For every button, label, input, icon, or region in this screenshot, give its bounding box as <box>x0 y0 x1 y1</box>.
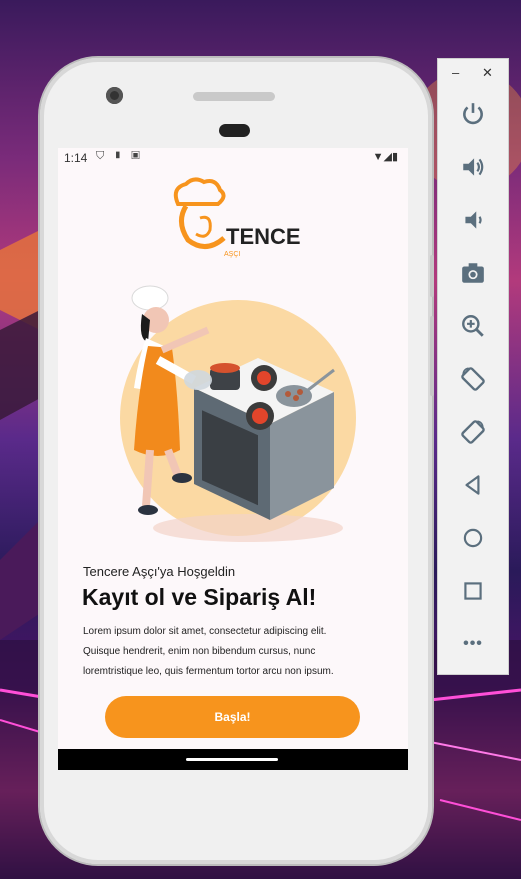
notification-icons: ⛉ ▮ ▣ <box>96 150 143 162</box>
status-bar: 1:14 ⛉ ▮ ▣ ▼◢▮ <box>58 148 408 168</box>
rotate-right-icon <box>461 420 485 444</box>
volume-up-icon <box>463 158 484 176</box>
overview-icon <box>464 582 482 600</box>
more-button[interactable]: ••• <box>456 627 490 661</box>
logo-subtext: AŞÇI <box>224 251 240 258</box>
description-line: loremtristique leo, quis fermentum torto… <box>83 666 334 677</box>
headline: Kayıt ol ve Sipariş Al! <box>82 584 317 610</box>
rotate-left-button[interactable] <box>456 362 490 396</box>
close-button[interactable]: ✕ <box>482 65 493 81</box>
side-power-button[interactable] <box>430 316 434 396</box>
proximity-sensor <box>219 124 250 137</box>
status-time: 1:14 <box>64 151 88 165</box>
description-line: Quisque hendrerit, enim non bibendum cur… <box>83 646 316 657</box>
start-button[interactable]: Başla! <box>105 696 360 738</box>
zoom-in-icon <box>462 315 484 337</box>
screenshot-button[interactable] <box>456 256 490 290</box>
tencere-logo: TENCERE AŞÇI <box>173 177 301 258</box>
navigation-bar <box>58 749 408 770</box>
camera-icon <box>462 263 484 283</box>
overview-button[interactable] <box>456 574 490 608</box>
front-camera <box>106 87 123 104</box>
logo-wordmark: TENCERE <box>226 224 301 249</box>
signal-battery-icons: ▼◢▮ <box>372 151 398 163</box>
gesture-handle[interactable] <box>186 758 278 761</box>
rotate-right-button[interactable] <box>456 415 490 449</box>
minimize-button[interactable]: – <box>452 65 459 80</box>
volume-up-button[interactable] <box>456 150 490 184</box>
zoom-button[interactable] <box>456 309 490 343</box>
volume-down-icon <box>465 211 482 229</box>
emulator-toolbar: – ✕ ••• <box>437 58 509 675</box>
description-text: Lorem ipsum dolor sit amet, consectetur … <box>83 622 393 682</box>
app-screen: 1:14 ⛉ ▮ ▣ ▼◢▮ TENCERE AŞÇI <box>58 148 408 770</box>
home-button[interactable] <box>456 521 490 555</box>
rotate-left-icon <box>461 367 485 391</box>
power-icon <box>463 103 483 125</box>
home-icon <box>463 528 483 548</box>
earpiece-speaker <box>193 92 275 101</box>
power-button[interactable] <box>456 97 490 131</box>
volume-down-button[interactable] <box>456 203 490 237</box>
chef-cooking-illustration <box>120 285 356 542</box>
back-icon <box>465 475 480 495</box>
description-line: Lorem ipsum dolor sit amet, consectetur … <box>83 626 327 637</box>
side-volume-button[interactable] <box>430 255 434 297</box>
welcome-text: Tencere Aşçı'ya Hoşgeldin <box>83 564 236 579</box>
back-button[interactable] <box>456 468 490 502</box>
